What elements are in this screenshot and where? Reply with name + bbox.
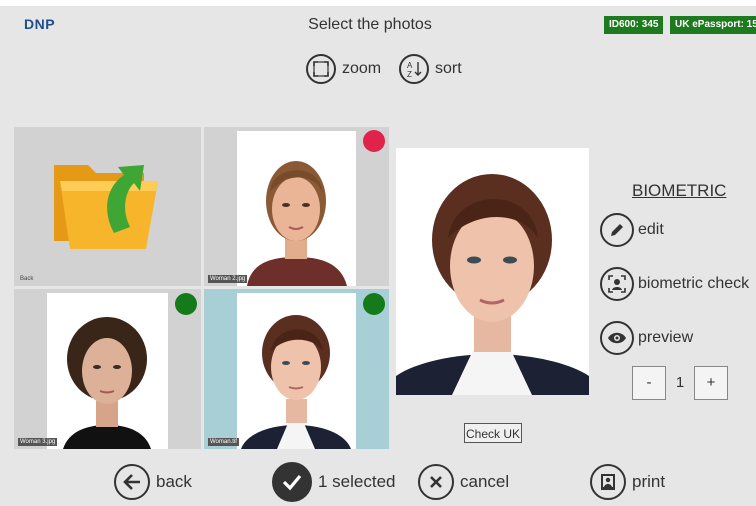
back-tile-label: Back bbox=[20, 276, 34, 282]
portrait-photo bbox=[237, 293, 356, 449]
cancel-label: cancel bbox=[460, 472, 510, 491]
photo-filename: Woman.tif bbox=[208, 438, 239, 446]
photo-filename: Woman 3.jpg bbox=[18, 438, 58, 446]
back-label: back bbox=[156, 472, 192, 491]
cancel-button[interactable]: cancel bbox=[418, 464, 509, 500]
quantity-increase-button[interactable]: + bbox=[694, 366, 728, 400]
edit-label: edit bbox=[638, 221, 664, 238]
photo-tile-selected[interactable]: Woman.tif bbox=[204, 289, 389, 449]
pencil-icon bbox=[600, 213, 634, 247]
sort-label: sort bbox=[435, 60, 462, 77]
photo-tile[interactable]: Woman 3.jpg bbox=[14, 289, 201, 449]
page-title: Select the photos bbox=[308, 16, 432, 33]
biometric-heading: BIOMETRIC bbox=[632, 181, 727, 200]
folder-back-icon bbox=[54, 165, 158, 249]
svg-text:Z: Z bbox=[407, 70, 412, 79]
quantity-value: 1 bbox=[675, 374, 685, 391]
arrow-left-icon bbox=[114, 464, 150, 500]
checkmark-icon bbox=[272, 462, 312, 502]
photo-filename: Woman 2.jpg bbox=[208, 275, 248, 283]
check-uk-button[interactable]: Check UK bbox=[464, 423, 522, 443]
status-dot-red bbox=[363, 130, 385, 152]
biometric-check-button[interactable]: biometric check bbox=[600, 267, 749, 301]
sort-az-icon: A Z bbox=[399, 54, 429, 84]
face-scan-icon bbox=[600, 267, 634, 301]
uk-epassport-count-badge: UK ePassport: 1500 bbox=[670, 16, 756, 34]
print-photo-icon bbox=[590, 464, 626, 500]
zoom-button[interactable]: zoom bbox=[306, 54, 381, 84]
zoom-label: zoom bbox=[342, 60, 382, 77]
close-icon bbox=[418, 464, 454, 500]
print-label: print bbox=[632, 472, 666, 491]
back-button[interactable]: back bbox=[114, 464, 192, 500]
selected-count-label: 1 selected bbox=[318, 472, 396, 491]
large-photo-preview bbox=[396, 148, 589, 395]
preview-button[interactable]: preview bbox=[600, 321, 693, 355]
print-button[interactable]: print bbox=[590, 464, 665, 500]
svg-text:A: A bbox=[407, 61, 413, 70]
dnp-logo: DNP bbox=[24, 16, 56, 32]
eye-icon bbox=[600, 321, 634, 355]
status-dot-green bbox=[175, 293, 197, 315]
back-folder-tile[interactable]: Back bbox=[14, 127, 201, 286]
selected-count: 1 selected bbox=[272, 462, 396, 502]
photo-tile[interactable]: Woman 2.jpg bbox=[204, 127, 389, 286]
biometric-check-label: biometric check bbox=[638, 275, 750, 292]
zoom-icon bbox=[306, 54, 336, 84]
quantity-decrease-button[interactable]: - bbox=[632, 366, 666, 400]
status-dot-green bbox=[363, 293, 385, 315]
portrait-photo bbox=[47, 293, 168, 449]
edit-button[interactable]: edit bbox=[600, 213, 664, 247]
sort-button[interactable]: A Z sort bbox=[399, 54, 462, 84]
id600-count-badge: ID600: 345 bbox=[604, 16, 664, 34]
preview-label: preview bbox=[638, 329, 694, 346]
top-strip bbox=[0, 0, 756, 6]
portrait-photo bbox=[237, 131, 356, 286]
